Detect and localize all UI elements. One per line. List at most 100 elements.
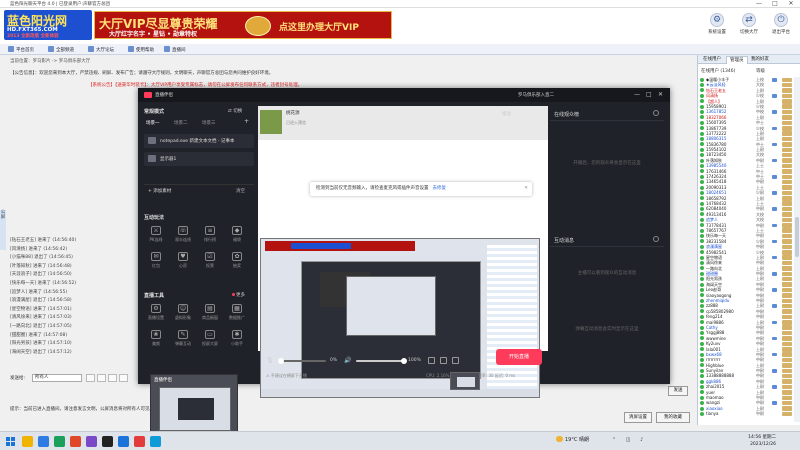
send-button[interactable]: 发送 [668, 386, 688, 396]
favorites-button[interactable]: 我的收藏 [656, 412, 690, 423]
tools-tool-4[interactable]: ❀ 美颜 [144, 330, 168, 350]
user-row[interactable]: tianya 中尉 [698, 411, 800, 417]
mic-volume-slider[interactable] [278, 358, 326, 364]
vip-cta[interactable]: 点这里办理大厅VIP [279, 20, 359, 33]
camera-icon[interactable] [440, 357, 447, 364]
start-menu-icon[interactable] [6, 437, 15, 446]
tools-tool-1[interactable]: ☺ 虚拟形象 [171, 304, 195, 324]
stream-minimize-button[interactable]: — [634, 91, 640, 98]
tool-icon: ▤ [205, 304, 215, 313]
taskbar-app-icon[interactable] [38, 436, 49, 447]
close-icon[interactable]: ✕ [524, 182, 528, 196]
nav-help[interactable]: 使用帮助 [128, 46, 154, 54]
stream-account[interactable]: 罗马俱乐部入直二 [518, 92, 554, 98]
clear-settings-button[interactable]: 清屏设置 [624, 412, 652, 423]
nav-forum[interactable]: 大厅论坛 [88, 46, 114, 54]
taskbar-app-icon[interactable] [150, 436, 161, 447]
taskbar-preview-popup[interactable]: 直播伴侣 [150, 374, 238, 434]
image-icon[interactable] [119, 374, 128, 382]
interact-tool-2[interactable]: ≡ 排行榜 [198, 226, 222, 246]
camera-icon [772, 78, 777, 82]
chevron-up-icon[interactable]: ⌃ [612, 437, 616, 443]
weather-widget[interactable]: 19°C 晴朗 [556, 436, 589, 443]
tab-scene-1[interactable]: 场景一 [146, 120, 160, 126]
refresh-icon[interactable] [653, 110, 659, 116]
speaker-icon[interactable]: 🔊 [344, 357, 351, 364]
camera-icon [772, 320, 777, 325]
tools-tool-6[interactable]: ▭ 投屏大屏 [198, 330, 222, 350]
tools-tool-5[interactable]: ✎ 弹幕互动 [171, 330, 195, 350]
rank-badge-icon [782, 298, 792, 304]
tab-scene-2[interactable]: 场景二 [174, 120, 188, 126]
switch-hall-button[interactable]: ⇄ 切换大厅 [736, 13, 762, 41]
interact-tool-5[interactable]: ♥ 心愿 [171, 252, 195, 272]
interact-tool-1[interactable]: ☏ 观众连线 [171, 226, 195, 246]
add-scene-icon[interactable]: + [244, 118, 249, 125]
clear-sources-button[interactable]: 清空 [236, 188, 245, 194]
emoji-icon[interactable] [108, 374, 117, 382]
system-settings-button[interactable]: ⚙ 系统设置 [704, 13, 730, 41]
system-tray[interactable]: ⌃ ◫ ♪ [612, 437, 643, 443]
interact-tool-3[interactable]: ◆ 福袋 [225, 226, 249, 246]
taskbar-app-icon[interactable] [54, 436, 65, 447]
network-icon[interactable]: ◫ [626, 437, 631, 443]
tools-more-button[interactable]: 更多 [232, 292, 245, 298]
tools-tool-0[interactable]: ⚙ 直播设置 [144, 304, 168, 324]
maximize-button[interactable]: □ [768, 0, 782, 8]
speaker-volume-slider[interactable] [356, 358, 407, 364]
start-live-button[interactable]: 开始直播 [496, 349, 542, 365]
volume-icon[interactable]: ♪ [640, 437, 643, 443]
font-icon[interactable] [86, 374, 95, 382]
tab-scene-3[interactable]: 场景三 [202, 120, 216, 126]
speaker-slider-knob[interactable] [401, 358, 407, 364]
tools-tool-2[interactable]: ▤ 商品橱窗 [198, 304, 222, 324]
taskbar-app-icon[interactable] [118, 436, 129, 447]
source-item[interactable]: notepad.exe 新建文本文档 - 记事本 [144, 134, 254, 148]
fix-link[interactable]: 去修复 [433, 186, 447, 191]
send-target-select[interactable]: 所有人 [32, 374, 82, 382]
nav-room[interactable]: 直播间 [164, 46, 186, 54]
record-icon[interactable] [428, 357, 435, 364]
side-tab[interactable]: 公屏 [0, 210, 6, 250]
tools-tool-3[interactable]: ▦ 数据推广 [225, 304, 249, 324]
play-label[interactable]: 播放 [502, 111, 511, 117]
interact-tool-0[interactable]: ⚔ PK连线 [144, 226, 168, 246]
user-list-scrollbar[interactable] [794, 77, 800, 422]
exit-platform-button[interactable]: ⏻ 退出平台 [768, 13, 794, 41]
add-source-button[interactable]: + 添加素材 [148, 188, 171, 194]
refresh-icon[interactable] [653, 236, 659, 242]
online-status-icon [700, 234, 704, 239]
interact-tool-4[interactable]: ✉ 红包 [144, 252, 168, 272]
mode-switch-button[interactable]: ⇄ 切换 [228, 108, 242, 114]
tab-admins[interactable]: 管理员 [726, 56, 748, 64]
scrollbar-thumb[interactable] [795, 217, 799, 257]
close-button[interactable]: ✕ [784, 0, 798, 8]
clock[interactable]: 14:56 星期二 2023/12/26 [730, 434, 776, 448]
taskbar-app-icon[interactable] [22, 436, 33, 447]
tool-label: 抽奖 [233, 263, 241, 268]
nav-home[interactable]: 平台首页 [8, 46, 34, 54]
interact-tool-7[interactable]: ✿ 抽奖 [225, 252, 249, 272]
vip-ad-banner[interactable]: 大厅VIP尽显尊贵荣耀 大厅红字名字 • 星钻 • 勋章特权 点这里办理大厅VI… [94, 11, 392, 39]
window-thumbnail[interactable] [450, 372, 480, 390]
stream-maximize-button[interactable]: □ [646, 91, 652, 98]
taskbar-app-icon[interactable] [134, 436, 145, 447]
color-icon[interactable] [97, 374, 106, 382]
source-item[interactable]: 显示器1 [144, 152, 254, 166]
settings-icon[interactable] [452, 357, 459, 364]
mic-slider-knob[interactable] [278, 358, 284, 364]
tab-online-users[interactable]: 在线用户 [700, 56, 724, 64]
camera-icon [772, 304, 777, 308]
minimize-button[interactable]: — [752, 0, 766, 8]
taskbar-app-icon[interactable] [86, 436, 97, 447]
taskbar-app-icon[interactable] [102, 436, 113, 447]
mic-icon[interactable]: 🎙 [266, 357, 274, 364]
stream-close-button[interactable]: ✕ [658, 91, 663, 98]
taskbar-app-icon[interactable] [70, 436, 81, 447]
chat-line: [阳光男孩] 进来了 (14:57:10) [10, 341, 72, 347]
tab-friends[interactable]: 我的好友 [748, 56, 772, 64]
interact-tool-6[interactable]: ☑ 投票 [198, 252, 222, 272]
nav-channels[interactable]: 全部频道 [48, 46, 74, 54]
breadcrumb-path[interactable]: 罗马影片 -> 罗马俱乐部大厅 [33, 59, 91, 64]
tools-tool-7[interactable]: ✱ 小助手 [225, 330, 249, 350]
